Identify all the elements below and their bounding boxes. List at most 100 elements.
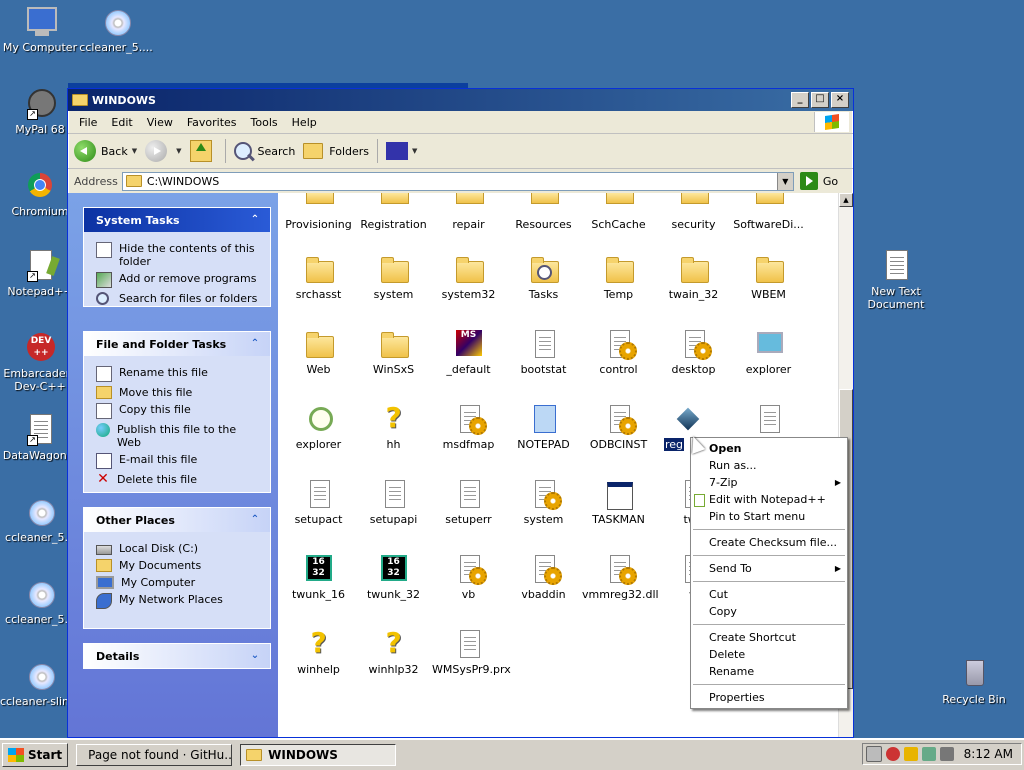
task-email-file[interactable]: E-mail this file [96, 453, 262, 469]
forward-button[interactable]: ▼ [145, 140, 182, 162]
system-tasks-header[interactable]: System Tasks ⌃ [84, 208, 270, 232]
network-tray-icon[interactable] [921, 747, 936, 761]
file-item-repair[interactable]: repair [431, 193, 506, 231]
file-item-default[interactable]: MS _default [431, 328, 506, 376]
place-my-network[interactable]: My Network Places [96, 593, 262, 609]
views-button[interactable]: ▼ [386, 142, 417, 160]
file-item-schcache[interactable]: SchCache [581, 193, 656, 231]
file-item-hh[interactable]: ? hh [356, 403, 431, 452]
file-item-system-ini[interactable]: system [506, 478, 581, 526]
menu-item-edit-notepadpp[interactable]: Edit with Notepad++ [691, 491, 847, 508]
folders-button[interactable]: Folders [303, 143, 369, 159]
task-search-files[interactable]: Search for files or folders [96, 292, 262, 305]
file-item-registration[interactable]: Registration [356, 193, 431, 231]
task-hide-contents[interactable]: Hide the contents of this folder [96, 242, 262, 268]
menu-tools[interactable]: Tools [244, 114, 285, 131]
file-item-explorer-scf[interactable]: explorer [281, 403, 356, 451]
file-item-vbaddin[interactable]: vbaddin [506, 553, 581, 601]
task-rename-file[interactable]: Rename this file [96, 366, 262, 382]
up-folder-button[interactable] [189, 140, 217, 162]
file-item-temp[interactable]: Temp [581, 253, 656, 301]
menu-item-open[interactable]: Open [691, 440, 847, 457]
volume-icon[interactable] [939, 747, 954, 761]
chevron-down-icon[interactable]: ▼ [776, 172, 793, 190]
file-item-resources[interactable]: Resources [506, 193, 581, 231]
menu-edit[interactable]: Edit [104, 114, 139, 131]
task-copy-file[interactable]: Copy this file [96, 403, 262, 419]
file-item-wbem[interactable]: WBEM [731, 253, 806, 301]
menu-item-create-shortcut[interactable]: Create Shortcut [691, 629, 847, 646]
taskbar-item-browser[interactable]: Page not found · GitHu... [76, 744, 233, 766]
menu-item-pin-start[interactable]: Pin to Start menu [691, 508, 847, 525]
chevron-down-icon[interactable]: ▼ [132, 147, 137, 155]
desktop-icon-ccleaner-1[interactable]: ccleaner_5.... [76, 4, 156, 54]
go-button[interactable]: Go [799, 172, 838, 190]
menu-item-properties[interactable]: Properties [691, 689, 847, 706]
file-item-winsxs[interactable]: WinSxS [356, 328, 431, 376]
task-publish-web[interactable]: Publish this file to the Web [96, 423, 262, 449]
chevron-down-icon[interactable]: ▼ [412, 147, 417, 155]
file-item-taskman[interactable]: TASKMAN [581, 478, 656, 526]
maximize-button[interactable]: □ [811, 92, 829, 108]
menu-item-cut[interactable]: Cut [691, 586, 847, 603]
close-button[interactable]: × [831, 92, 849, 108]
file-item-winhelp[interactable]: ? winhelp [281, 628, 356, 677]
file-item-setupapi[interactable]: setupapi [356, 478, 431, 526]
menu-favorites[interactable]: Favorites [180, 114, 244, 131]
file-item-twunk16[interactable]: 16 32 twunk_16 [281, 553, 356, 601]
clock[interactable]: 8:12 AM [964, 747, 1013, 761]
file-item-desktop[interactable]: desktop [656, 328, 731, 376]
title-bar[interactable]: WINDOWS _ □ × [68, 89, 853, 111]
menu-item-rename[interactable]: Rename [691, 663, 847, 680]
keyboard-icon[interactable] [865, 746, 882, 762]
menu-item-run-as[interactable]: Run as... [691, 457, 847, 474]
file-item-web[interactable]: Web [281, 328, 356, 376]
expand-chevron-icon[interactable]: ⌄ [248, 649, 262, 663]
desktop-icon-recycle-bin[interactable]: Recycle Bin [934, 656, 1014, 706]
security-shield-icon[interactable] [903, 747, 918, 761]
file-item-winhlp32[interactable]: ? winhlp32 [356, 628, 431, 677]
task-move-file[interactable]: Move this file [96, 386, 262, 399]
taskbar-item-windows-explorer[interactable]: WINDOWS [240, 744, 397, 766]
file-item-system32[interactable]: system32 [431, 253, 506, 301]
scroll-up-arrow-icon[interactable]: ▲ [839, 193, 853, 207]
desktop-icon-new-text-document[interactable]: New Text Document [856, 248, 936, 311]
ccleaner-tray-icon[interactable] [885, 747, 900, 761]
menu-item-copy[interactable]: Copy [691, 603, 847, 620]
menu-view[interactable]: View [140, 114, 180, 131]
minimize-button[interactable]: _ [791, 92, 809, 108]
other-places-header[interactable]: Other Places ⌃ [84, 508, 270, 532]
file-item-vb[interactable]: vb [431, 553, 506, 601]
file-item-odbcinst[interactable]: ODBCINST [581, 403, 656, 451]
file-item-setupact[interactable]: setupact [281, 478, 356, 526]
file-item-bootstat[interactable]: bootstat [506, 328, 581, 376]
file-item-security[interactable]: security [656, 193, 731, 231]
file-item-twain32[interactable]: twain_32 [656, 253, 731, 301]
menu-item-delete[interactable]: Delete [691, 646, 847, 663]
start-button[interactable]: Start [2, 743, 69, 767]
file-item-system-folder[interactable]: system [356, 253, 431, 301]
place-my-computer[interactable]: My Computer [96, 576, 262, 589]
file-item-notepad[interactable]: NOTEPAD [506, 403, 581, 451]
file-item-srchasst[interactable]: srchasst [281, 253, 356, 301]
collapse-chevron-icon[interactable]: ⌃ [248, 337, 262, 351]
desktop-icon-my-computer[interactable]: My Computer [0, 4, 80, 54]
address-input[interactable]: C:\WINDOWS ▼ [121, 171, 794, 191]
file-item-vmmreg32[interactable]: vmmreg32.dll [581, 553, 659, 601]
search-button[interactable]: Search [233, 142, 295, 160]
details-header[interactable]: Details ⌄ [84, 644, 270, 668]
collapse-chevron-icon[interactable]: ⌃ [248, 213, 262, 227]
file-item-softwaredistribution[interactable]: SoftwareDi... [731, 193, 806, 231]
place-local-disk[interactable]: Local Disk (C:) [96, 542, 262, 555]
file-item-msdfmap[interactable]: msdfmap [431, 403, 506, 451]
task-delete-file[interactable]: ✕ Delete this file [96, 472, 262, 487]
menu-item-7zip[interactable]: 7-Zip ▶ [691, 474, 847, 491]
back-button[interactable]: Back ▼ [74, 140, 137, 162]
menu-item-create-checksum[interactable]: Create Checksum file... [691, 534, 847, 551]
place-my-documents[interactable]: My Documents [96, 559, 262, 572]
file-item-wmsyspr9[interactable]: WMSysPr9.prx [431, 628, 511, 676]
file-item-tasks[interactable]: Tasks [506, 253, 581, 301]
menu-file[interactable]: File [72, 114, 104, 131]
menu-help[interactable]: Help [285, 114, 324, 131]
collapse-chevron-icon[interactable]: ⌃ [248, 513, 262, 527]
